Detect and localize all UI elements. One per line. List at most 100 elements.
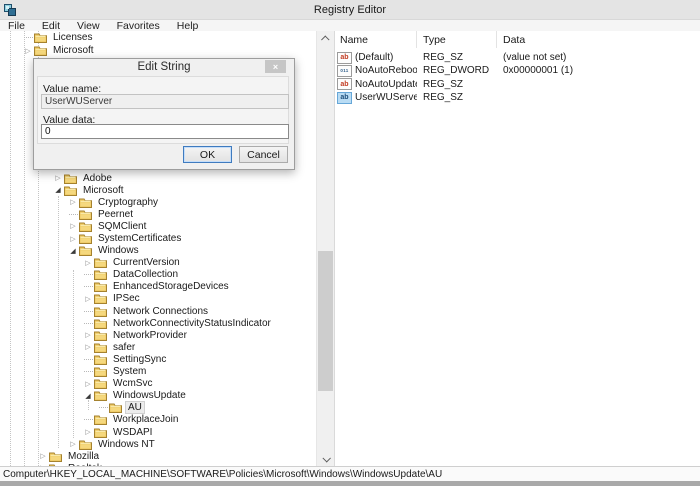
tree-item-windows[interactable]: ◢ Windows bbox=[0, 245, 316, 257]
value-type: REG_SZ bbox=[417, 52, 497, 63]
tree-connector-line bbox=[82, 419, 94, 420]
tree-item-label: Microsoft bbox=[80, 184, 127, 197]
tree-collapse-icon[interactable]: ◢ bbox=[52, 186, 64, 194]
tree-item-systemcertificates[interactable]: ▷SystemCertificates bbox=[0, 232, 316, 244]
menu-file[interactable]: File bbox=[8, 20, 25, 32]
tree-item-ipsec[interactable]: ▷IPSec bbox=[0, 293, 316, 305]
tree-item-label: AU bbox=[125, 401, 145, 414]
tree-expand-icon[interactable]: ▷ bbox=[82, 343, 94, 351]
value-row-noautoreboot[interactable]: 011NoAutoReboot...REG_DWORD0x00000001 (1… bbox=[335, 64, 700, 77]
window-title: Registry Editor bbox=[0, 4, 700, 16]
tree-item-networkconnectivitystatusindicator[interactable]: NetworkConnectivityStatusIndicator bbox=[0, 317, 316, 329]
folder-icon bbox=[94, 366, 107, 377]
value-name-cell: ab(Default) bbox=[335, 52, 417, 64]
tree-item-label: Windows bbox=[95, 244, 142, 257]
scrollbar-thumb[interactable] bbox=[318, 251, 333, 391]
tree-item-label: Network Connections bbox=[110, 305, 211, 318]
tree-item-sqmclient[interactable]: ▷SQMClient bbox=[0, 220, 316, 232]
string-value-icon: ab bbox=[337, 52, 352, 64]
tree-item-adobe[interactable]: ▷ Adobe bbox=[0, 172, 316, 184]
tree-expand-icon[interactable]: ▷ bbox=[67, 222, 79, 230]
tree-expand-icon[interactable]: ▷ bbox=[82, 428, 94, 436]
tree-item-windowsupdate[interactable]: ◢WindowsUpdate bbox=[0, 390, 316, 402]
tree-expand-icon[interactable]: ▷ bbox=[67, 198, 79, 206]
tree-expand-icon[interactable]: ▷ bbox=[37, 452, 49, 460]
tree-item-label: NetworkProvider bbox=[110, 329, 190, 342]
folder-icon bbox=[79, 439, 92, 450]
tree-item-wcmsvc[interactable]: ▷WcmSvc bbox=[0, 378, 316, 390]
cancel-button[interactable]: Cancel bbox=[239, 146, 288, 163]
tree-expand-icon[interactable]: ▷ bbox=[82, 295, 94, 303]
tree-expand-icon[interactable]: ▷ bbox=[82, 331, 94, 339]
folder-icon bbox=[79, 197, 92, 208]
value-row-default[interactable]: ab(Default)REG_SZ(value not set) bbox=[335, 51, 700, 64]
tree-item-wsdapi[interactable]: ▷WSDAPI bbox=[0, 426, 316, 438]
tree-item-label: DataCollection bbox=[110, 268, 181, 281]
tree-item-label: Adobe bbox=[80, 172, 115, 185]
column-header-data[interactable]: Data bbox=[497, 31, 700, 48]
folder-icon bbox=[94, 342, 107, 353]
menu-favorites[interactable]: Favorites bbox=[117, 20, 160, 32]
tree-item-enhancedstoragedevices[interactable]: EnhancedStorageDevices bbox=[0, 281, 316, 293]
tree-item-licenses[interactable]: Licenses bbox=[0, 31, 316, 44]
folder-icon bbox=[49, 451, 62, 462]
tree-connector-line bbox=[97, 407, 109, 408]
tree-expand-icon[interactable]: ▷ bbox=[52, 174, 64, 182]
folder-icon bbox=[94, 414, 107, 425]
tree-item-microsoft[interactable]: ◢ Microsoft bbox=[0, 184, 316, 196]
value-row-userwuserver[interactable]: abUserWUServerREG_SZ bbox=[335, 91, 700, 104]
folder-icon bbox=[94, 293, 107, 304]
tree-item-label: Peernet bbox=[95, 208, 136, 221]
tree-item-system[interactable]: System bbox=[0, 366, 316, 378]
folder-icon bbox=[94, 318, 107, 329]
tree-item-settingsync[interactable]: SettingSync bbox=[0, 353, 316, 365]
tree-collapse-icon[interactable]: ◢ bbox=[67, 247, 79, 255]
edit-string-dialog: Edit String × Value name: Value data: OK… bbox=[33, 58, 295, 170]
folder-icon bbox=[94, 390, 107, 401]
scroll-up-icon[interactable] bbox=[317, 31, 334, 46]
selected-key-path: Computer\HKEY_LOCAL_MACHINE\SOFTWARE\Pol… bbox=[3, 469, 442, 480]
column-header-type[interactable]: Type bbox=[417, 31, 497, 48]
tree-collapse-icon[interactable]: ◢ bbox=[82, 392, 94, 400]
tree-item-currentversion[interactable]: ▷CurrentVersion bbox=[0, 257, 316, 269]
value-name-field[interactable] bbox=[41, 94, 289, 109]
tree-item-au[interactable]: AU bbox=[0, 402, 316, 414]
tree-connector-line bbox=[82, 311, 94, 312]
scroll-down-icon[interactable] bbox=[317, 451, 334, 466]
window-bottom-edge bbox=[0, 481, 700, 486]
dialog-close-icon[interactable]: × bbox=[265, 60, 286, 73]
tree-item-mozilla[interactable]: ▷Mozilla bbox=[0, 450, 316, 462]
tree-item-networkprovider[interactable]: ▷ NetworkProvider bbox=[0, 329, 316, 341]
tree-item-datacollection[interactable]: DataCollection bbox=[0, 269, 316, 281]
value-name: NoAutoUpdate bbox=[355, 79, 417, 90]
tree-expand-icon[interactable]: ▷ bbox=[82, 380, 94, 388]
tree-expand-icon[interactable]: ▷ bbox=[67, 235, 79, 243]
tree-item-windows-nt[interactable]: ▷Windows NT bbox=[0, 438, 316, 450]
folder-icon bbox=[79, 221, 92, 232]
tree-expand-icon[interactable]: ▷ bbox=[22, 47, 34, 55]
menu-help[interactable]: Help bbox=[177, 20, 199, 32]
tree-expand-icon[interactable]: ▷ bbox=[67, 440, 79, 448]
tree-item-network-connections[interactable]: Network Connections bbox=[0, 305, 316, 317]
menu-edit[interactable]: Edit bbox=[42, 20, 60, 32]
ok-button[interactable]: OK bbox=[183, 146, 232, 163]
value-name-cell: abNoAutoUpdate bbox=[335, 78, 417, 90]
value-data-field[interactable] bbox=[41, 124, 289, 139]
value-name: UserWUServer bbox=[355, 92, 417, 103]
tree-scrollbar[interactable] bbox=[316, 31, 334, 466]
tree-item-peernet[interactable]: Peernet bbox=[0, 208, 316, 220]
column-header-name[interactable]: Name bbox=[335, 31, 417, 48]
menu-view[interactable]: View bbox=[77, 20, 100, 32]
list-header: Name Type Data bbox=[335, 31, 700, 48]
value-name-cell: 011NoAutoReboot... bbox=[335, 65, 417, 77]
tree-item-microsoft[interactable]: ▷ Microsoft bbox=[0, 44, 316, 57]
folder-icon bbox=[94, 378, 107, 389]
tree-expand-icon[interactable]: ▷ bbox=[82, 259, 94, 267]
tree-item-workplacejoin[interactable]: WorkplaceJoin bbox=[0, 414, 316, 426]
value-name-cell: abUserWUServer bbox=[335, 92, 417, 104]
value-row-noautoupdate[interactable]: abNoAutoUpdateREG_SZ bbox=[335, 78, 700, 91]
tree-item-safer[interactable]: ▷ safer bbox=[0, 341, 316, 353]
tree-item-label: Microsoft bbox=[50, 44, 97, 57]
tree-item-cryptography[interactable]: ▷Cryptography bbox=[0, 196, 316, 208]
tree-item-label: safer bbox=[110, 341, 138, 354]
